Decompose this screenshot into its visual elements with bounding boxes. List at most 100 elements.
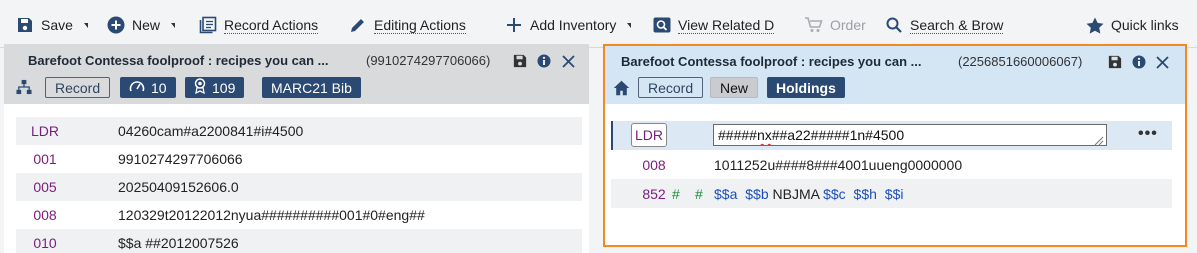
close-icon[interactable]: [560, 53, 576, 69]
search-icon: [885, 16, 903, 34]
field-row[interactable]: 010 $$a ##2012007526: [16, 229, 582, 253]
field-row[interactable]: LDR 04260cam#a2200841#i#4500: [16, 117, 582, 145]
add-inventory-button[interactable]: Add Inventory: [505, 12, 631, 38]
order-button[interactable]: Order: [805, 12, 867, 38]
plus-icon: [505, 16, 523, 34]
main-toolbar: Save New Record Actions Editing Actions …: [0, 0, 1197, 48]
field-value: 20250409152606.0: [118, 179, 239, 195]
subfield-code: $$a: [714, 185, 738, 202]
count-badge-a[interactable]: 10: [120, 77, 176, 98]
record-badge[interactable]: Record: [45, 77, 111, 98]
holdings-badge[interactable]: Holdings: [767, 77, 845, 98]
ldr-tag-field[interactable]: LDR: [631, 123, 667, 147]
view-related-icon: [653, 16, 671, 34]
field-value: 04260cam#a2200841#i#4500: [118, 123, 304, 139]
record-actions-label: Record Actions: [224, 16, 319, 34]
field-row-ldr[interactable]: LDR #####nx##a22#####1n#4500 •••: [611, 121, 1172, 150]
count-badge-b-label: 109: [212, 79, 236, 96]
field-row[interactable]: 008 120329t20122012nyua##########001#0#e…: [16, 201, 582, 229]
save-icon[interactable]: [1107, 54, 1123, 70]
count-badge-a-label: 10: [151, 79, 167, 96]
indicator-1[interactable]: #: [672, 186, 680, 202]
chevron-down-icon: [83, 22, 88, 28]
right-record-pane: Barefoot Contessa foolproof : recipes yo…: [603, 44, 1187, 247]
left-record-pane: Barefoot Contessa foolproof : recipes yo…: [4, 44, 589, 253]
resize-grip-icon[interactable]: [1094, 133, 1104, 145]
record-badge-label: Record: [648, 79, 694, 96]
search-browse-button[interactable]: Search & Brow: [885, 12, 1005, 38]
new-button[interactable]: New: [107, 12, 175, 38]
ldr-value-part: ##a22#####1n#4500: [771, 127, 905, 143]
record-badge-label: Record: [55, 79, 101, 96]
field-tag: LDR: [30, 123, 59, 139]
save-icon[interactable]: [512, 53, 528, 69]
field-tag: 852: [642, 185, 666, 202]
order-label: Order: [830, 17, 866, 33]
editing-actions-button[interactable]: Editing Actions: [349, 12, 479, 38]
plus-circle-icon: [107, 16, 125, 34]
left-record-title: Barefoot Contessa foolproof : recipes yo…: [28, 53, 329, 68]
record-actions-button[interactable]: Record Actions: [199, 12, 321, 38]
subfield-code: $$c: [823, 185, 846, 202]
field-value: $$a ##2012007526: [118, 235, 239, 251]
info-icon[interactable]: [536, 53, 552, 69]
field-value[interactable]: $$a $$b NBJMA $$c $$h $$i: [714, 186, 903, 202]
chevron-down-icon: [627, 22, 631, 28]
ldr-value-input[interactable]: #####nx##a22#####1n#4500: [713, 124, 1107, 146]
ldr-value-spellcheck: nx: [756, 127, 772, 143]
home-icon[interactable]: [612, 79, 630, 97]
right-record-id: (2256851660006067): [958, 54, 1083, 69]
close-icon[interactable]: [1154, 54, 1170, 70]
view-related-data-button[interactable]: View Related D: [653, 12, 781, 38]
field-row[interactable]: 005 20250409152606.0: [16, 173, 582, 201]
right-record-header: Barefoot Contessa foolproof : recipes yo…: [605, 46, 1185, 104]
record-badge[interactable]: Record: [638, 77, 704, 98]
cart-icon: [805, 16, 823, 34]
pencil-icon: [349, 16, 367, 34]
field-row-852[interactable]: 852 # # $$a $$b NBJMA $$c $$h $$i: [611, 179, 1172, 208]
field-tag: 008: [33, 207, 57, 223]
marc-format-label: MARC21 Bib: [271, 79, 352, 96]
right-record-title: Barefoot Contessa foolproof : recipes yo…: [621, 54, 922, 69]
new-badge-label: New: [720, 79, 749, 96]
star-icon: [1086, 16, 1104, 34]
field-row[interactable]: 008 1011252u####8###4001uueng0000000: [611, 150, 1172, 179]
quick-links-button[interactable]: Quick links: [1086, 12, 1182, 38]
right-field-list: LDR #####nx##a22#####1n#4500 ••• 008 101…: [611, 121, 1172, 208]
editing-actions-label: Editing Actions: [374, 16, 466, 34]
new-badge[interactable]: New: [710, 77, 759, 98]
record-actions-icon: [199, 16, 217, 34]
field-tag: 005: [33, 179, 57, 195]
hierarchy-icon[interactable]: [16, 79, 32, 95]
field-value: 120329t20122012nyua##########001#0#eng##: [118, 207, 425, 223]
ldr-value-part: #####: [718, 127, 757, 143]
subfield-code: $$b: [745, 185, 769, 202]
info-icon[interactable]: [1131, 54, 1147, 70]
field-tag: LDR: [634, 127, 663, 143]
field-value: 9910274297706066: [118, 151, 243, 167]
count-badge-b[interactable]: 109: [185, 77, 245, 98]
indicator-2[interactable]: #: [695, 186, 703, 202]
subfield-value: NBJMA: [772, 185, 820, 202]
left-record-header: Barefoot Contessa foolproof : recipes yo…: [4, 44, 589, 104]
selection-marker: [611, 121, 613, 150]
save-icon: [16, 16, 34, 34]
marc-format-badge[interactable]: MARC21 Bib: [262, 77, 361, 98]
view-related-label: View Related D: [678, 16, 775, 34]
subfield-code: $$i: [884, 185, 904, 202]
field-tag: 008: [642, 156, 666, 173]
left-field-list: LDR 04260cam#a2200841#i#4500 001 9910274…: [16, 117, 582, 253]
new-label: New: [132, 17, 161, 33]
subfield-code: $$h: [853, 185, 877, 202]
save-button[interactable]: Save: [16, 12, 88, 38]
holdings-badge-label: Holdings: [776, 79, 836, 96]
add-inventory-label: Add Inventory: [530, 17, 617, 33]
quick-links-label: Quick links: [1111, 17, 1179, 33]
more-options-icon[interactable]: •••: [1138, 125, 1158, 143]
speedometer-icon: [129, 79, 145, 96]
chevron-down-icon: [171, 22, 175, 28]
field-row[interactable]: 001 9910274297706066: [16, 145, 582, 173]
field-tag: 010: [33, 235, 57, 251]
field-tag: 001: [33, 151, 57, 167]
field-value: 1011252u####8###4001uueng0000000: [714, 156, 963, 173]
